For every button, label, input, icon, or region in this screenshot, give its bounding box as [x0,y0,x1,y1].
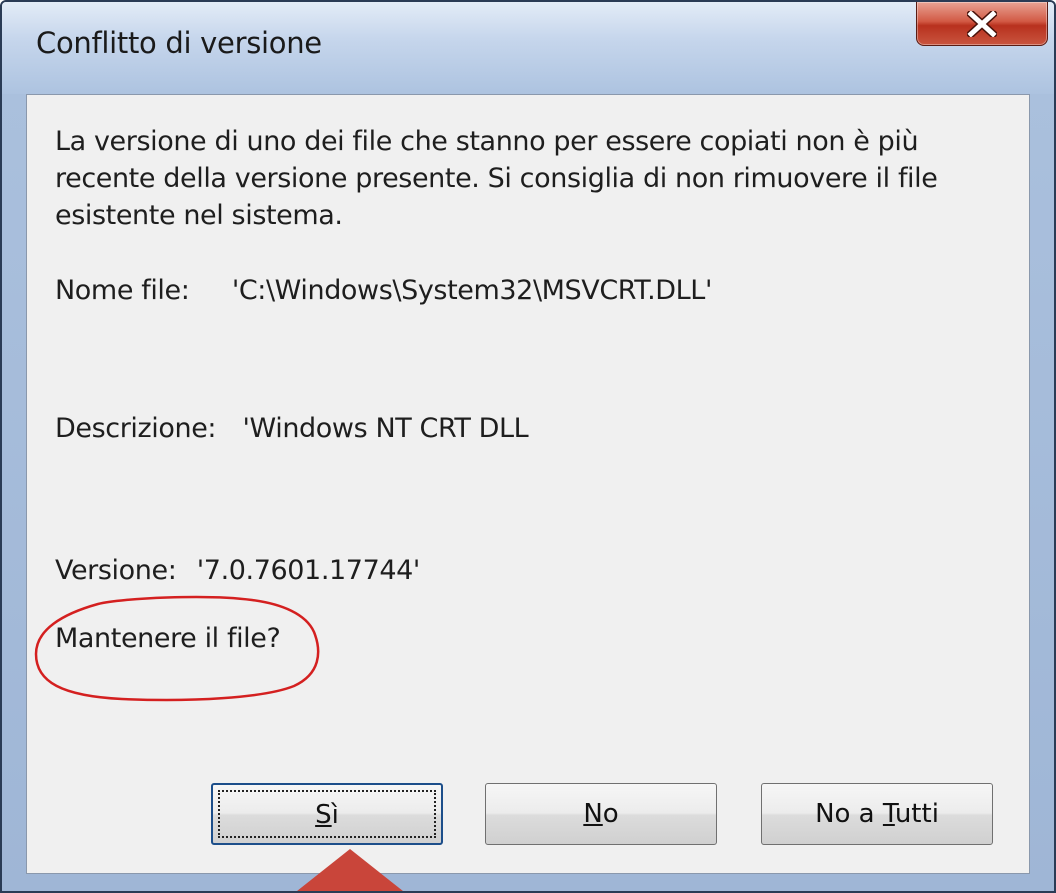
no-button[interactable]: No [485,783,717,845]
dialog-content: La versione di uno dei file che stanno p… [26,94,1030,874]
no-to-all-label-post: utti [894,799,939,829]
close-button[interactable] [916,2,1048,46]
title-bar[interactable]: Conflitto di versione [2,2,1054,94]
no-to-all-accelerator: T [882,799,895,829]
dialog-window: Conflitto di versione La versione di uno… [0,0,1056,893]
keep-file-question: Mantenere il file? [55,623,281,654]
filename-value: 'C:\Windows\System32\MSVCRT.DLL' [231,275,713,306]
no-to-all-label-pre: No a [815,799,883,829]
yes-button[interactable]: Sì [211,783,443,845]
no-label-post: o [602,799,619,829]
no-accelerator: N [583,799,603,829]
annotation-arrow [297,849,403,891]
yes-label-post: ì [331,800,339,830]
description-row: Descrizione: 'Windows NT CRT DLL [55,413,529,444]
version-row: Versione: '7.0.7601.17744' [55,555,420,586]
filename-label: Nome file: [55,275,190,306]
conflict-message: La versione di uno dei file che stanno p… [55,126,938,231]
no-to-all-button[interactable]: No a Tutti [761,783,993,845]
window-title: Conflitto di versione [36,26,322,60]
close-icon [967,10,997,37]
description-value: 'Windows NT CRT DLL [242,413,529,444]
filename-row: Nome file: 'C:\Windows\System32\MSVCRT.D… [55,275,712,306]
version-value: '7.0.7601.17744' [196,555,421,586]
yes-accelerator: S [315,800,332,830]
version-label: Versione: [55,555,177,586]
description-label: Descrizione: [55,413,217,444]
